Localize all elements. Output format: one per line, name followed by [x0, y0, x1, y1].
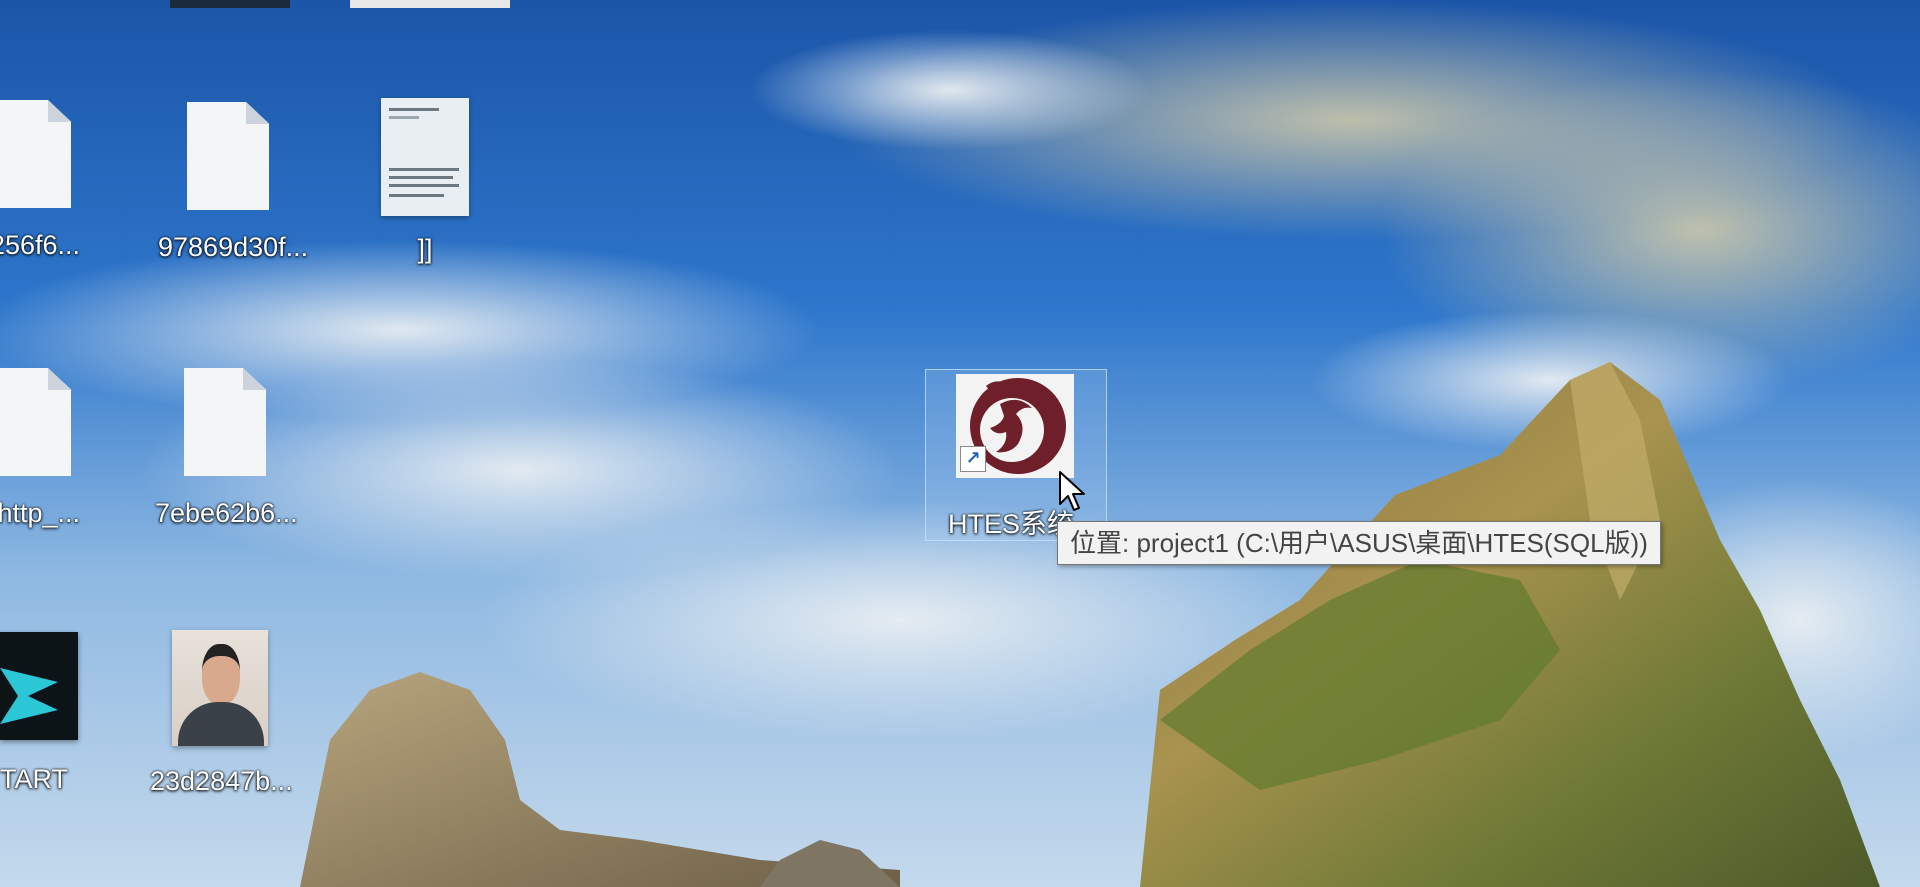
- desktop-icon-app[interactable]: TART: [0, 632, 90, 795]
- desktop-icon-label: ]]: [417, 234, 433, 264]
- desktop-icon-file-3[interactable]: -http_...: [0, 368, 100, 529]
- desktop-icon-label: 97869d30f...: [158, 232, 309, 262]
- desktop-icon-file-4[interactable]: 7ebe62b6...: [155, 368, 298, 529]
- app-launcher-icon: [0, 632, 78, 740]
- desktop-icon-label: 23d2847b...: [150, 766, 293, 796]
- desktop-icon-label: 7ebe62b6...: [155, 498, 298, 528]
- desktop-icon-file-2[interactable]: 97869d30f...: [158, 102, 309, 263]
- file-icon: [0, 100, 71, 208]
- desktop-icon-htes-shortcut[interactable]: ↗ HTES系统: [925, 369, 1107, 541]
- desktop-icon-photo[interactable]: 23d2847b...: [150, 630, 293, 797]
- file-icon: [0, 368, 71, 476]
- offscreen-icon-edge: [170, 0, 290, 8]
- offscreen-icon-label-edge: [350, 0, 510, 8]
- desktop-icon-label: HTES系统: [948, 509, 1075, 539]
- desktop-icon-label: 5256f6...: [0, 230, 80, 260]
- location-tooltip: 位置: project1 (C:\用户\ASUS\桌面\HTES(SQL版)): [1057, 521, 1661, 565]
- desktop-icon-file-1[interactable]: 5256f6...: [0, 100, 100, 261]
- mouse-cursor-icon: [1059, 471, 1085, 511]
- file-icon: [184, 368, 266, 476]
- desktop-icon-label: TART: [0, 764, 69, 794]
- document-thumbnail-icon: [381, 98, 469, 216]
- desktop-icon-label: -http_...: [0, 498, 80, 528]
- photo-thumbnail-icon: [172, 630, 268, 746]
- desktop-icon-document[interactable]: ]]: [355, 98, 495, 265]
- file-icon: [187, 102, 269, 210]
- shortcut-arrow-icon: ↗: [960, 446, 986, 472]
- dragon-logo-icon: ↗: [956, 374, 1074, 478]
